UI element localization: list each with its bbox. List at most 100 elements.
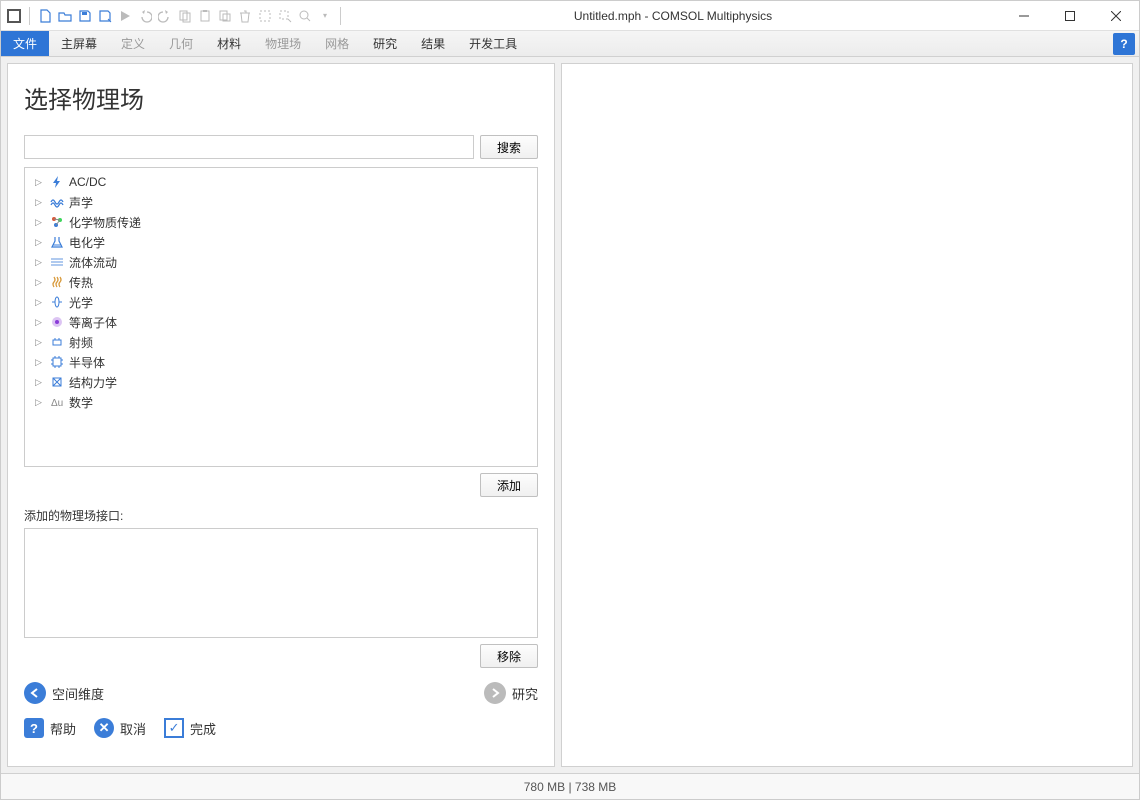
maximize-button[interactable] [1047,1,1093,31]
added-interfaces-box[interactable] [24,528,538,638]
tree-item[interactable]: ▷ 声学 [27,192,535,212]
tree-item[interactable]: ▷ 化学物质传递 [27,212,535,232]
minimize-button[interactable] [1001,1,1047,31]
physics-category-icon [49,174,65,190]
redo-icon[interactable] [156,7,174,25]
tree-item-label: 等离子体 [69,314,117,331]
added-interfaces-label: 添加的物理场接口: [24,507,538,524]
panel-title: 选择物理场 [24,80,538,115]
physics-category-icon [49,254,65,270]
expand-caret-icon[interactable]: ▷ [35,257,45,268]
tree-item[interactable]: ▷流体流动 [27,252,535,272]
add-button[interactable]: 添加 [480,473,538,497]
expand-caret-icon[interactable]: ▷ [35,397,45,408]
help-icon: ? [24,718,44,738]
tree-item-label: 传热 [69,274,93,291]
arrow-left-icon [24,682,46,704]
search-button[interactable]: 搜索 [480,135,538,159]
tree-item[interactable]: ▷ 结构力学 [27,372,535,392]
saveas-icon[interactable] [96,7,114,25]
nav-next-button[interactable]: 研究 [484,682,538,704]
physics-category-icon: Δu [49,394,65,410]
delete-icon[interactable] [236,7,254,25]
tab-mesh[interactable]: 网格 [313,31,361,56]
tab-physics[interactable]: 物理场 [253,31,313,56]
tree-item[interactable]: ▷ 光学 [27,292,535,312]
expand-caret-icon[interactable]: ▷ [35,377,45,388]
done-label: 完成 [190,719,216,738]
close-button[interactable] [1093,1,1139,31]
expand-caret-icon[interactable]: ▷ [35,237,45,248]
expand-caret-icon[interactable]: ▷ [35,277,45,288]
duplicate-icon[interactable] [216,7,234,25]
physics-category-icon [49,194,65,210]
expand-caret-icon[interactable]: ▷ [35,197,45,208]
arrow-right-icon [484,682,506,704]
tab-definitions[interactable]: 定义 [109,31,157,56]
tree-item[interactable]: ▷ 电化学 [27,232,535,252]
tree-item-label: 光学 [69,294,93,311]
help-label: 帮助 [50,719,76,738]
run-icon[interactable] [116,7,134,25]
remove-button[interactable]: 移除 [480,644,538,668]
statusbar: 780 MB | 738 MB [1,773,1139,799]
tree-item[interactable]: ▷ 射频 [27,332,535,352]
save-icon[interactable] [76,7,94,25]
zoom-icon[interactable] [296,7,314,25]
physics-category-icon [49,234,65,250]
check-icon: ✓ [164,718,184,738]
tree-item[interactable]: ▷ 传热 [27,272,535,292]
cancel-label: 取消 [120,719,146,738]
memory-status: 780 MB | 738 MB [524,780,617,794]
tab-results[interactable]: 结果 [409,31,457,56]
select-icon[interactable] [256,7,274,25]
zoom-select-icon[interactable] [276,7,294,25]
physics-category-icon [49,214,65,230]
expand-caret-icon[interactable]: ▷ [35,317,45,328]
nav-prev-label: 空间维度 [52,684,104,703]
expand-caret-icon[interactable]: ▷ [35,177,45,188]
tree-item[interactable]: ▷ AC/DC [27,172,535,192]
tree-item-label: 化学物质传递 [69,214,141,231]
tree-item-label: 结构力学 [69,374,117,391]
tree-item-label: 声学 [69,194,93,211]
tree-item-label: 数学 [69,394,93,411]
cancel-button[interactable]: ✕ 取消 [94,718,146,738]
physics-tree[interactable]: ▷AC/DC▷声学▷化学物质传递▷电化学▷流体流动▷传热▷光学▷等离子体▷射频▷… [24,167,538,467]
undo-icon[interactable] [136,7,154,25]
tree-item-label: 电化学 [69,234,105,251]
tree-item-label: AC/DC [69,175,106,189]
tree-item[interactable]: ▷ 等离子体 [27,312,535,332]
expand-caret-icon[interactable]: ▷ [35,337,45,348]
app-icon [5,7,23,25]
expand-caret-icon[interactable]: ▷ [35,297,45,308]
expand-caret-icon[interactable]: ▷ [35,357,45,368]
physics-category-icon [49,294,65,310]
cancel-icon: ✕ [94,718,114,738]
help-button[interactable]: ? 帮助 [24,718,76,738]
tab-file[interactable]: 文件 [1,31,49,56]
tree-item-label: 射频 [69,334,93,351]
tree-item[interactable]: ▷ Δu 数学 [27,392,535,412]
tab-study[interactable]: 研究 [361,31,409,56]
tree-item[interactable]: ▷ 半导体 [27,352,535,372]
tab-developer[interactable]: 开发工具 [457,31,529,56]
tree-item-label: 半导体 [69,354,105,371]
qat-dropdown-icon[interactable]: ▾ [316,7,334,25]
ribbon-help-button[interactable]: ? [1113,33,1135,55]
physics-category-icon [49,274,65,290]
content-area: 选择物理场 搜索 ▷AC/DC▷声学▷化学物质传递▷电化学▷流体流动▷传热▷光学… [1,57,1139,773]
svg-text:Δu: Δu [51,398,63,409]
tab-materials[interactable]: 材料 [205,31,253,56]
paste-icon[interactable] [196,7,214,25]
copy-icon[interactable] [176,7,194,25]
open-icon[interactable] [56,7,74,25]
expand-caret-icon[interactable]: ▷ [35,217,45,228]
search-input[interactable] [24,135,474,159]
done-button[interactable]: ✓ 完成 [164,718,216,738]
new-icon[interactable] [36,7,54,25]
tab-home[interactable]: 主屏幕 [49,31,109,56]
tab-geometry[interactable]: 几何 [157,31,205,56]
ribbon-tabs: 文件 主屏幕 定义 几何 材料 物理场 网格 研究 结果 开发工具 ? [1,31,1139,57]
nav-prev-button[interactable]: 空间维度 [24,682,104,704]
